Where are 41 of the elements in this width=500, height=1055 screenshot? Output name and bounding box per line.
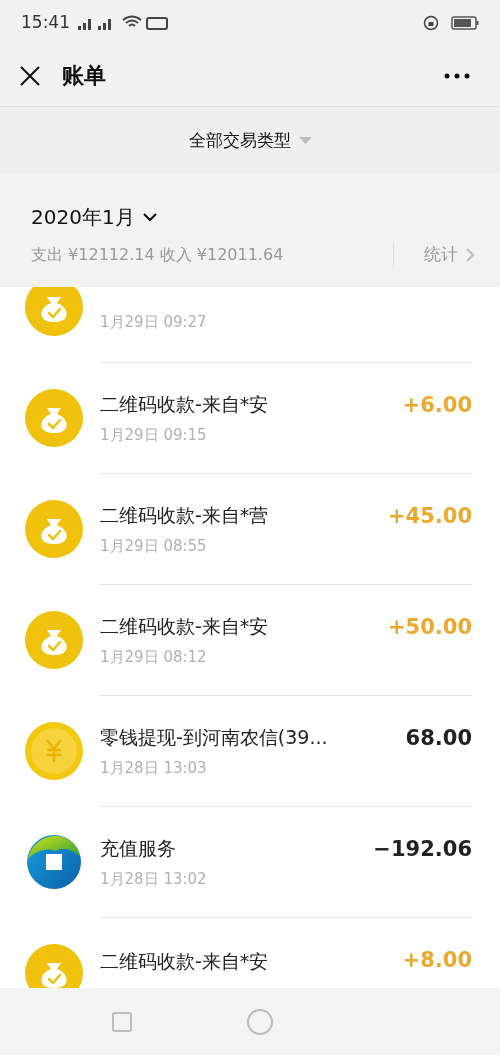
transaction-date: 1月28日 13:03 bbox=[100, 758, 208, 779]
transaction-row[interactable]: 充值服务 1月28日 13:02 −192.06 bbox=[0, 806, 500, 917]
transaction-date: 1月29日 08:55 bbox=[100, 536, 208, 557]
month-summary: 支出 ¥12112.14 收入 ¥12011.64 bbox=[31, 243, 284, 266]
money-bag-icon bbox=[25, 388, 83, 447]
close-button[interactable] bbox=[18, 63, 42, 88]
transaction-row[interactable]: 零钱提现-到河南农信(39... 1月28日 13:03 68.00 bbox=[0, 695, 500, 806]
transaction-title: 零钱提现-到河南农信(39... bbox=[100, 724, 329, 750]
coin-icon bbox=[25, 721, 83, 780]
battery-icon bbox=[451, 15, 479, 30]
transaction-title: 充值服务 bbox=[100, 835, 177, 861]
sphere-logo-icon bbox=[25, 832, 83, 891]
lock-rotation-icon bbox=[423, 14, 439, 31]
transaction-date: 1月28日 13:02 bbox=[100, 869, 208, 890]
more-icon bbox=[444, 72, 470, 79]
month-selector[interactable]: 2020年1月 bbox=[31, 202, 157, 232]
transaction-amount: +6.00 bbox=[402, 392, 472, 419]
transaction-row[interactable]: 二维码收款-来自*安 1月29日 08:12 +50.00 bbox=[0, 584, 500, 695]
transaction-title: 二维码收款-来自*安 bbox=[100, 948, 270, 974]
chevron-down-icon bbox=[142, 212, 157, 222]
money-bag-icon bbox=[25, 610, 83, 669]
transaction-date: 1月29日 09:15 bbox=[100, 425, 208, 446]
transaction-amount: 68.00 bbox=[405, 725, 472, 752]
status-time: 15:41 bbox=[21, 10, 70, 34]
transaction-amount: +8.00 bbox=[402, 947, 472, 974]
chevron-right-icon bbox=[466, 247, 474, 262]
transaction-date: 1月29日 08:12 bbox=[100, 647, 208, 668]
transaction-amount: +50.00 bbox=[387, 614, 472, 641]
caret-icon bbox=[298, 136, 312, 145]
transaction-date: 1月29日 09:27 bbox=[100, 312, 208, 334]
transaction-amount: +45.00 bbox=[387, 503, 472, 530]
transaction-amount: −192.06 bbox=[373, 836, 472, 863]
transaction-type-filter[interactable]: 全部交易类型 bbox=[188, 127, 312, 154]
money-bag-icon bbox=[25, 499, 83, 558]
page-title: 账单 bbox=[62, 62, 106, 90]
transaction-row[interactable]: 二维码收款-来自*安 1月29日 09:15 +6.00 bbox=[0, 362, 500, 473]
transaction-title: 二维码收款-来自*安 bbox=[100, 391, 270, 417]
transaction-title: 二维码收款-来自*营 bbox=[100, 502, 270, 528]
close-icon bbox=[19, 64, 41, 87]
transaction-row[interactable]: 二维码收款-来自*营 1月29日 08:55 +45.00 bbox=[0, 473, 500, 584]
transaction-title: 二维码收款-来自*安 bbox=[100, 613, 270, 639]
